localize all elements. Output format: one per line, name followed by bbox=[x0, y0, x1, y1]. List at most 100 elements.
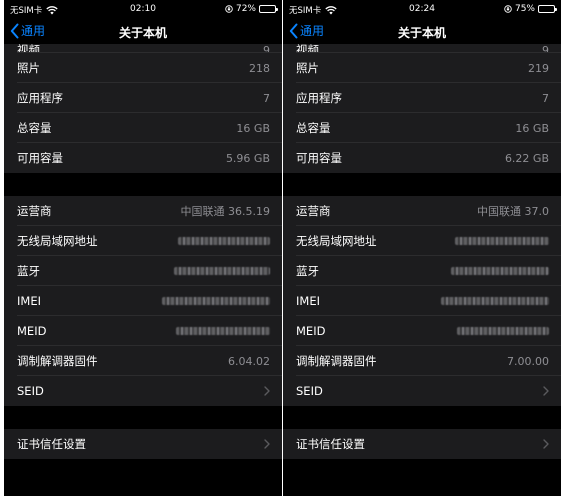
settings-content: 视频 9 照片 219 应用程序 7 总容量 16 GB 可用容量 6.22 G… bbox=[283, 44, 561, 496]
row-value: 7 bbox=[263, 91, 270, 105]
row-value: 7 bbox=[542, 91, 549, 105]
row-imei: IMEI bbox=[283, 286, 561, 316]
page-title: 关于本机 bbox=[118, 26, 167, 40]
row-carrier: 运营商 中国联通 36.5.19 bbox=[4, 196, 282, 226]
row-capacity: 总容量 16 GB bbox=[4, 113, 282, 143]
battery-icon bbox=[538, 5, 557, 13]
row-label: 蓝牙 bbox=[17, 264, 40, 278]
navigation-bar: 通用 关于本机 bbox=[4, 20, 282, 44]
row-label: 证书信任设置 bbox=[17, 437, 86, 451]
row-bluetooth: 蓝牙 bbox=[283, 256, 561, 286]
row-videos: 视频 9 bbox=[4, 44, 282, 53]
certificate-group: 证书信任设置 bbox=[283, 429, 561, 459]
redacted-value bbox=[457, 327, 549, 335]
row-photos: 照片 219 bbox=[283, 53, 561, 83]
row-label: 总容量 bbox=[296, 121, 331, 135]
row-imei: IMEI bbox=[4, 286, 282, 316]
row-label: 调制解调器固件 bbox=[296, 354, 377, 368]
row-capacity: 总容量 16 GB bbox=[283, 113, 561, 143]
storage-group: 视频 9 照片 219 应用程序 7 总容量 16 GB 可用容量 6.22 G… bbox=[283, 44, 561, 173]
chevron-right-icon bbox=[264, 386, 270, 396]
redacted-value bbox=[455, 237, 549, 245]
row-label: 可用容量 bbox=[17, 151, 63, 165]
orientation-lock-icon bbox=[504, 5, 512, 13]
row-label: 证书信任设置 bbox=[296, 437, 365, 451]
section-gap bbox=[283, 406, 561, 429]
status-bar: 无SIM卡 02:24 75% bbox=[283, 0, 561, 20]
row-certificate-trust[interactable]: 证书信任设置 bbox=[4, 429, 282, 459]
redacted-value bbox=[451, 267, 549, 275]
orientation-lock-icon bbox=[225, 5, 233, 13]
row-label: SEID bbox=[296, 384, 323, 398]
row-label: 无线局域网地址 bbox=[296, 234, 377, 248]
row-applications: 应用程序 7 bbox=[4, 83, 282, 113]
row-value: 6.22 GB bbox=[504, 151, 549, 165]
row-available: 可用容量 6.22 GB bbox=[283, 143, 561, 173]
row-value: 16 GB bbox=[236, 121, 270, 135]
row-wifi-address: 无线局域网地址 bbox=[4, 226, 282, 256]
section-gap bbox=[4, 173, 282, 196]
row-label: IMEI bbox=[17, 294, 41, 308]
row-modem-firmware: 调制解调器固件 6.04.02 bbox=[4, 346, 282, 376]
row-label: IMEI bbox=[296, 294, 320, 308]
row-modem-firmware: 调制解调器固件 7.00.00 bbox=[283, 346, 561, 376]
row-label: 调制解调器固件 bbox=[17, 354, 98, 368]
comparison-stage: 无SIM卡 02:10 72% 通用 关于本机 视频 9 照片 218 应用程序… bbox=[0, 0, 563, 500]
redacted-value bbox=[441, 297, 549, 305]
row-label: MEID bbox=[296, 324, 326, 338]
redacted-value bbox=[162, 297, 270, 305]
row-label: 视频 bbox=[17, 44, 40, 53]
row-label: 照片 bbox=[296, 61, 319, 75]
status-right: 72% bbox=[225, 4, 278, 14]
battery-percent: 72% bbox=[235, 4, 256, 14]
row-value: 9 bbox=[263, 44, 270, 53]
page-title: 关于本机 bbox=[397, 26, 446, 40]
chevron-right-icon bbox=[543, 386, 549, 396]
row-value: 9 bbox=[542, 44, 549, 53]
row-label: 视频 bbox=[296, 44, 319, 53]
redacted-value bbox=[178, 237, 270, 245]
row-value: 中国联通 37.0 bbox=[477, 205, 549, 218]
row-label: 应用程序 bbox=[17, 91, 63, 105]
row-meid: MEID bbox=[4, 316, 282, 346]
row-certificate-trust[interactable]: 证书信任设置 bbox=[283, 429, 561, 459]
row-label: 应用程序 bbox=[296, 91, 342, 105]
status-right: 75% bbox=[504, 4, 557, 14]
phone-screen-right: 无SIM卡 02:24 75% 通用 关于本机 视频 9 照片 219 应用程序… bbox=[283, 0, 561, 496]
certificate-group: 证书信任设置 bbox=[4, 429, 282, 459]
battery-percent: 75% bbox=[514, 4, 535, 14]
row-value: 219 bbox=[528, 61, 549, 75]
navigation-bar: 通用 关于本机 bbox=[283, 20, 561, 44]
row-value: 218 bbox=[249, 61, 270, 75]
section-gap bbox=[283, 173, 561, 196]
chevron-right-icon bbox=[264, 439, 270, 449]
row-available: 可用容量 5.96 GB bbox=[4, 143, 282, 173]
row-bluetooth: 蓝牙 bbox=[4, 256, 282, 286]
row-label: 照片 bbox=[17, 61, 40, 75]
row-label: 运营商 bbox=[296, 204, 331, 218]
status-bar: 无SIM卡 02:10 72% bbox=[4, 0, 282, 20]
row-label: 运营商 bbox=[17, 204, 52, 218]
row-label: 总容量 bbox=[17, 121, 52, 135]
section-gap bbox=[4, 406, 282, 429]
storage-group: 视频 9 照片 218 应用程序 7 总容量 16 GB 可用容量 5.96 G… bbox=[4, 44, 282, 173]
row-value: 16 GB bbox=[515, 121, 549, 135]
row-label: 可用容量 bbox=[296, 151, 342, 165]
row-label: 无线局域网地址 bbox=[17, 234, 98, 248]
row-wifi-address: 无线局域网地址 bbox=[283, 226, 561, 256]
settings-content: 视频 9 照片 218 应用程序 7 总容量 16 GB 可用容量 5.96 G… bbox=[4, 44, 282, 496]
phone-screen-left: 无SIM卡 02:10 72% 通用 关于本机 视频 9 照片 218 应用程序… bbox=[4, 0, 282, 496]
row-value: 中国联通 36.5.19 bbox=[180, 205, 270, 218]
battery-icon bbox=[259, 5, 278, 13]
chevron-right-icon bbox=[543, 439, 549, 449]
row-videos: 视频 9 bbox=[283, 44, 561, 53]
redacted-value bbox=[176, 327, 270, 335]
row-meid: MEID bbox=[283, 316, 561, 346]
row-seid[interactable]: SEID bbox=[4, 376, 282, 406]
network-group: 运营商 中国联通 37.0 无线局域网地址 蓝牙 IMEI MEID 调制解调器… bbox=[283, 196, 561, 406]
row-label: 蓝牙 bbox=[296, 264, 319, 278]
row-seid[interactable]: SEID bbox=[283, 376, 561, 406]
network-group: 运营商 中国联通 36.5.19 无线局域网地址 蓝牙 IMEI MEID 调制… bbox=[4, 196, 282, 406]
row-photos: 照片 218 bbox=[4, 53, 282, 83]
redacted-value bbox=[174, 267, 270, 275]
